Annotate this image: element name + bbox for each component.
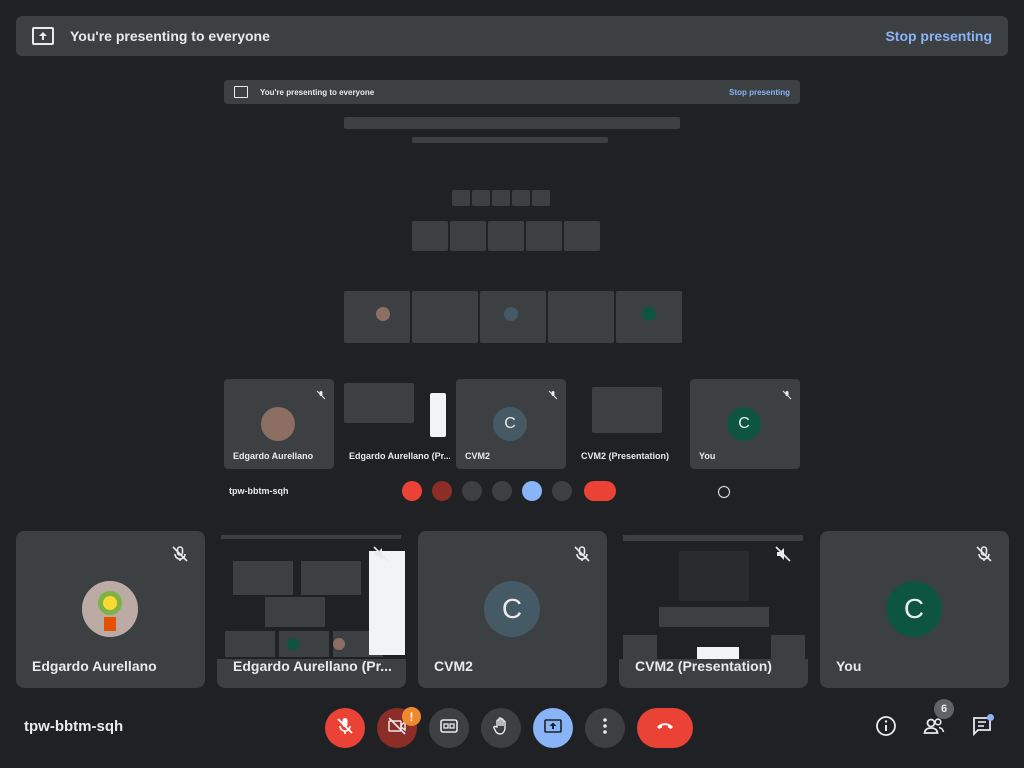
nested-doc	[430, 393, 446, 437]
end-call-button[interactable]	[637, 708, 693, 748]
mini-tile-cvm2-presentation: CVM2 (Presentation)	[572, 379, 682, 469]
mic-off-icon	[335, 716, 355, 741]
avatar-initial: C	[886, 581, 942, 637]
nested-screen-level-3	[412, 135, 608, 275]
nested-tile	[450, 221, 486, 251]
mic-off-icon	[171, 545, 189, 563]
nested-tile	[488, 221, 524, 251]
mini-end-button	[584, 481, 616, 501]
nested-tile	[512, 190, 530, 206]
nested-tile	[452, 190, 470, 206]
mini-tile-cvm2: C CVM2	[456, 379, 566, 469]
nested-thumb	[344, 383, 414, 423]
nested-banner	[344, 117, 680, 129]
mini-more-button	[552, 481, 572, 501]
nested-tile	[548, 291, 614, 343]
mini-avatar: C	[727, 407, 761, 441]
mini-mic-off-icon	[548, 387, 558, 400]
camera-alert-badge: !	[402, 707, 421, 726]
mini-hand-button	[492, 481, 512, 501]
mini-tile-name: You	[699, 451, 716, 461]
mini-tile-edgardo: Edgardo Aurellano	[224, 379, 334, 469]
captions-button[interactable]	[429, 708, 469, 748]
tile-name: CVM2 (Presentation)	[635, 658, 772, 674]
participant-count-badge: 6	[934, 699, 954, 719]
mini-tile-name: Edgardo Aurellano (Pr...	[349, 451, 450, 461]
meeting-code: tpw-bbtm-sqh	[24, 718, 124, 735]
avatar-photo	[82, 581, 138, 637]
present-now-button[interactable]	[533, 708, 573, 748]
tile-edgardo-aurellano-presentation[interactable]: Edgardo Aurellano (Pr...	[217, 531, 406, 688]
volume-off-icon	[372, 545, 390, 563]
present-now-icon	[543, 716, 563, 741]
present-icon	[32, 27, 54, 45]
mini-meeting-code: tpw-bbtm-sqh	[229, 486, 289, 496]
mic-off-icon	[573, 545, 591, 563]
presenting-banner: You're presenting to everyone Stop prese…	[16, 16, 1008, 56]
tile-name: CVM2	[434, 658, 473, 674]
info-icon	[875, 715, 897, 742]
mini-tile-name: Edgardo Aurellano	[233, 451, 314, 461]
chat-notification-dot	[987, 714, 994, 721]
mini-control-bar: tpw-bbtm-sqh	[224, 478, 800, 504]
captions-icon	[439, 716, 459, 741]
nested-avatar	[376, 307, 390, 321]
mini-tile-you: C You	[690, 379, 800, 469]
nested-avatar	[642, 307, 656, 321]
mic-off-icon	[975, 545, 993, 563]
tile-edgardo-aurellano[interactable]: Edgardo Aurellano	[16, 531, 205, 688]
mini-present-button	[522, 481, 542, 501]
mini-info-icon	[718, 486, 730, 498]
more-options-button[interactable]	[585, 708, 625, 748]
tile-name: Edgardo Aurellano	[32, 658, 157, 674]
mini-avatar	[261, 407, 295, 441]
mini-mic-off-icon	[316, 387, 326, 400]
microphone-toggle-button[interactable]	[325, 708, 365, 748]
avatar-initial: C	[484, 581, 540, 637]
nested-tile	[412, 221, 448, 251]
stop-presenting-button[interactable]: Stop presenting	[885, 28, 992, 44]
mini-presenting-text: You're presenting to everyone	[260, 87, 375, 97]
raise-hand-button[interactable]	[481, 708, 521, 748]
nested-tile	[564, 221, 600, 251]
end-call-icon	[655, 716, 675, 741]
presented-screen: You're presenting to everyone Stop prese…	[224, 80, 800, 510]
raise-hand-icon	[491, 716, 511, 741]
mini-tile-name: CVM2	[465, 451, 491, 461]
tile-cvm2-presentation[interactable]: CVM2 (Presentation)	[619, 531, 808, 688]
tile-you[interactable]: C You	[820, 531, 1009, 688]
nested-tile	[492, 190, 510, 206]
mini-tile-name: CVM2 (Presentation)	[581, 451, 670, 461]
nested-thumb	[592, 387, 662, 433]
tile-name: You	[836, 658, 862, 674]
mini-stop-presenting: Stop presenting	[729, 87, 790, 97]
tile-cvm2[interactable]: C CVM2	[418, 531, 607, 688]
mini-tile-edgardo-presentation: Edgardo Aurellano (Pr...	[340, 379, 450, 469]
mini-present-icon	[234, 86, 248, 98]
nested-avatar	[504, 307, 518, 321]
mini-mic-off-icon	[782, 387, 792, 400]
presenting-text: You're presenting to everyone	[70, 28, 270, 44]
mini-presenting-banner: You're presenting to everyone Stop prese…	[224, 80, 800, 104]
nested-tile	[412, 291, 478, 343]
tile-name: Edgardo Aurellano (Pr...	[233, 658, 392, 674]
mini-camera-button	[432, 481, 452, 501]
mini-people-icon	[750, 484, 764, 498]
volume-off-icon	[774, 545, 792, 563]
mini-avatar: C	[493, 407, 527, 441]
mini-chat-icon	[776, 484, 790, 498]
nested-banner	[412, 137, 608, 143]
more-options-icon	[595, 716, 615, 741]
mini-mic-button	[402, 481, 422, 501]
meeting-info-button[interactable]	[870, 712, 902, 744]
nested-tile	[472, 190, 490, 206]
mini-captions-button	[462, 481, 482, 501]
nested-tile	[532, 190, 550, 206]
nested-tile	[526, 221, 562, 251]
